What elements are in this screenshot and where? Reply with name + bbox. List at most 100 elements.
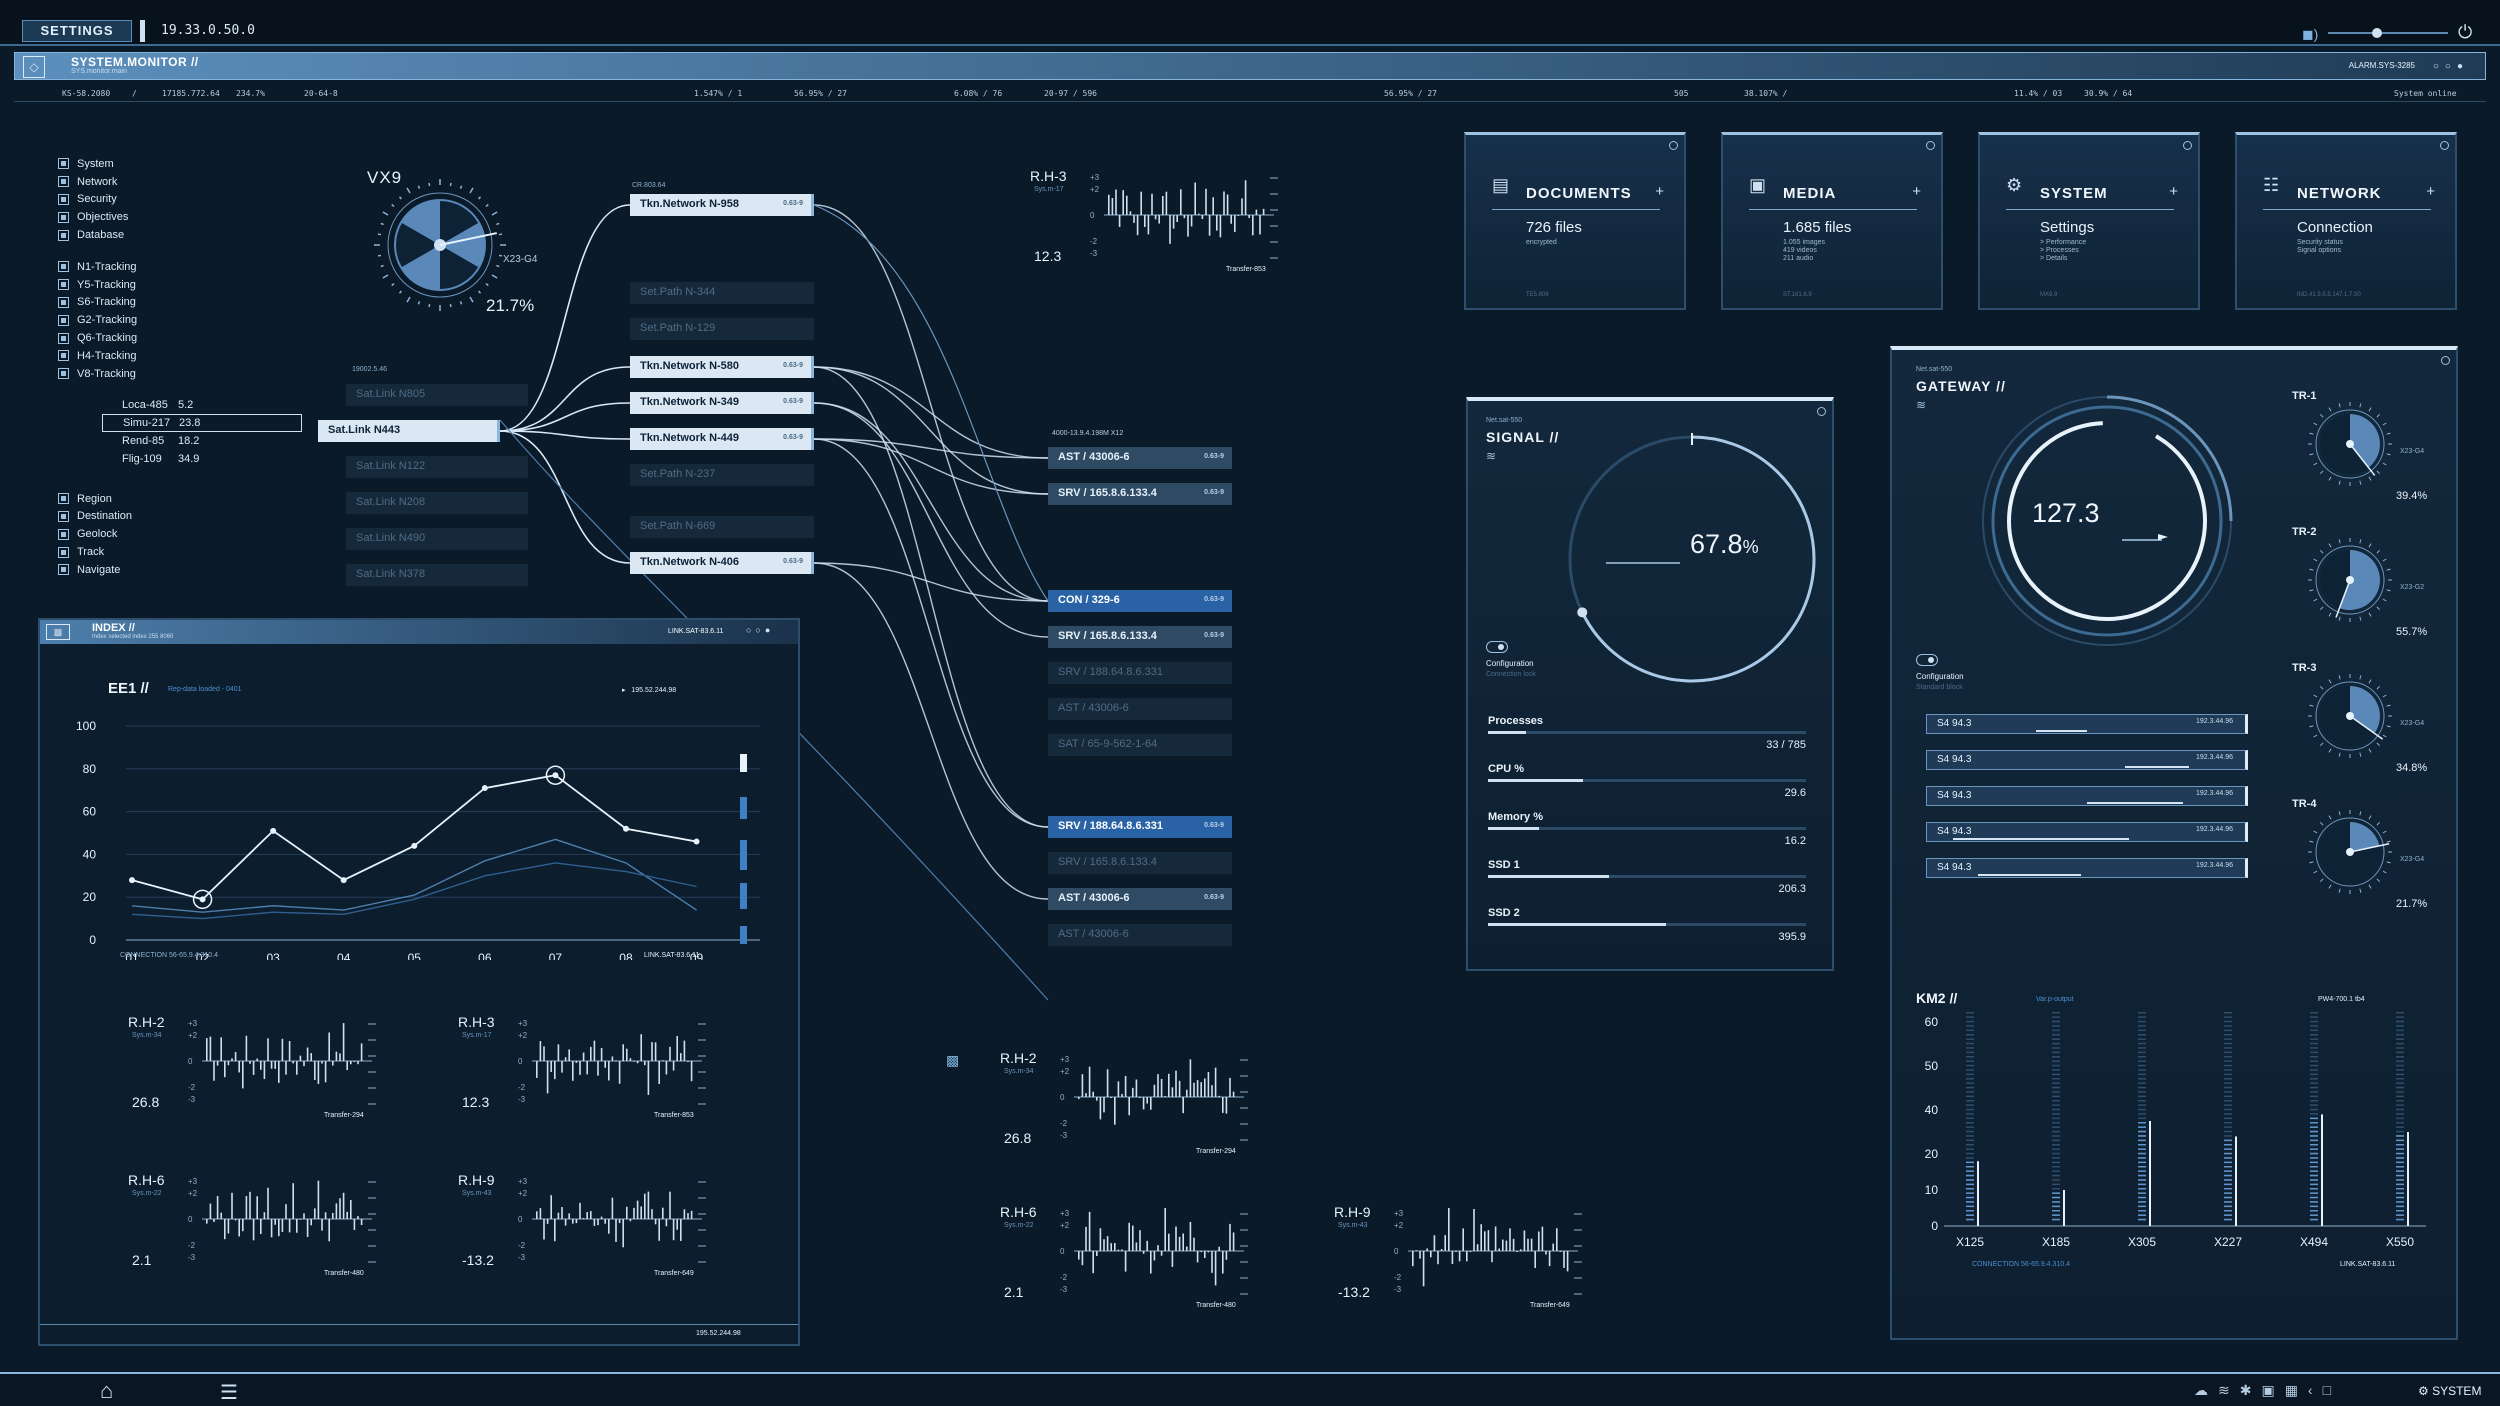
checkbox-icon[interactable]	[58, 528, 69, 540]
card-menu-dot[interactable]	[1669, 141, 1678, 150]
checkbox-icon[interactable]	[58, 296, 69, 308]
gateway-menu-dot[interactable]	[2441, 356, 2450, 365]
tree-item[interactable]: Database	[58, 226, 318, 244]
card-menu-dot[interactable]	[2183, 141, 2192, 150]
card-system[interactable]: ⚙ SYSTEM + Settings > Performance > Processes…	[1978, 132, 2200, 310]
endpoint-node[interactable]: SRV / 188.64.8.6.331	[1048, 662, 1232, 684]
settings-button[interactable]: SETTINGS	[22, 20, 132, 42]
tree-subitem[interactable]: Loca-485 5.2	[58, 397, 318, 415]
endpoint-node[interactable]: SRV / 165.8.6.133.4	[1048, 852, 1232, 874]
endpoint-node[interactable]: SRV / 165.8.6.133.4 0.63-9	[1048, 483, 1232, 505]
config-toggle[interactable]	[1486, 641, 1508, 653]
tree-subitem[interactable]: Simu-217 23.8	[102, 414, 302, 433]
sat-link-node[interactable]: Sat.Link N122	[346, 456, 528, 478]
checkbox-icon[interactable]	[58, 158, 69, 170]
checkbox-icon[interactable]	[58, 546, 69, 558]
tree-item[interactable]: Track	[58, 543, 318, 561]
tree-item[interactable]: V8-Tracking	[58, 365, 318, 383]
network-node[interactable]: Set.Path N-669	[630, 516, 814, 538]
network-node[interactable]: Set.Path N-344	[630, 282, 814, 304]
tree-item[interactable]: Navigate	[58, 561, 318, 579]
tree-item[interactable]: S6-Tracking	[58, 294, 318, 312]
km2-track-tick	[2052, 1188, 2060, 1190]
checkbox-icon[interactable]	[58, 261, 69, 273]
endpoint-node[interactable]: CON / 329-6 0.63-9	[1048, 590, 1232, 612]
tree-item[interactable]: Geolock	[58, 525, 318, 543]
plus-icon[interactable]: +	[1655, 183, 1664, 200]
network-node[interactable]: Tkn.Network N-580 0.63-9	[630, 356, 814, 378]
endpoint-node[interactable]: AST / 43006-6	[1048, 924, 1232, 946]
checkbox-icon[interactable]	[58, 350, 69, 362]
endpoint-node[interactable]: AST / 43006-6 0.63-9	[1048, 888, 1232, 910]
tree-item[interactable]: G2-Tracking	[58, 311, 318, 329]
sat-link-node[interactable]: Sat.Link N443	[318, 420, 500, 442]
window-controls[interactable]: ○○●	[2433, 61, 2469, 72]
tree-item[interactable]: N1-Tracking	[58, 258, 318, 276]
network-node[interactable]: Tkn.Network N-349 0.63-9	[630, 392, 814, 414]
network-node[interactable]: Tkn.Network N-958 0.63-9	[630, 194, 814, 216]
tree-item[interactable]: H4-Tracking	[58, 347, 318, 365]
tree-subitem[interactable]: Flig-109 34.9	[58, 450, 318, 468]
endpoint-node[interactable]: SAT / 65-9-562-1-64	[1048, 734, 1232, 756]
checkbox-icon[interactable]	[58, 368, 69, 380]
gateway-row[interactable]: S4 94.3 192.3.44.96	[1926, 714, 2248, 734]
power-icon[interactable]: ⏻	[2458, 22, 2472, 43]
gateway-row[interactable]: S4 94.3 192.3.44.96	[1926, 786, 2248, 806]
tree-item[interactable]: Region	[58, 490, 318, 508]
checkbox-icon[interactable]	[58, 211, 69, 223]
gateway-row[interactable]: S4 94.3 192.3.44.96	[1926, 858, 2248, 878]
dial-value: 34.8%	[2396, 762, 2428, 774]
menu-icon[interactable]: ☰	[220, 1380, 238, 1405]
gateway-config-toggle[interactable]	[1916, 654, 1938, 666]
gateway-row[interactable]: S4 94.3 192.3.44.96	[1926, 822, 2248, 842]
checkbox-icon[interactable]	[58, 193, 69, 205]
tree-item[interactable]: Destination	[58, 508, 318, 526]
endpoint-node[interactable]: SRV / 188.64.8.6.331 0.63-9	[1048, 816, 1232, 838]
sat-link-node[interactable]: Sat.Link N490	[346, 528, 528, 550]
tree-item[interactable]: Objectives	[58, 208, 318, 226]
tray-icons[interactable]: ☁≋✱▣▦‹□	[2194, 1382, 2341, 1399]
checkbox-icon[interactable]	[58, 314, 69, 326]
card-menu-dot[interactable]	[2440, 141, 2449, 150]
checkbox-icon[interactable]	[58, 564, 69, 576]
checkbox-icon[interactable]	[58, 493, 69, 505]
checkbox-icon[interactable]	[58, 229, 69, 241]
volume-slider[interactable]	[2328, 28, 2448, 38]
endpoint-node[interactable]: AST / 43006-6	[1048, 698, 1232, 720]
checkbox-icon[interactable]	[58, 332, 69, 344]
network-node[interactable]: Tkn.Network N-449 0.63-9	[630, 428, 814, 450]
network-node[interactable]: Set.Path N-237	[630, 464, 814, 486]
sat-link-node[interactable]: Sat.Link N208	[346, 492, 528, 514]
card-network[interactable]: ☷ NETWORK + Connection Security status Signal…	[2235, 132, 2457, 310]
tree-item[interactable]: Security	[58, 191, 318, 209]
tree-item[interactable]: Y5-Tracking	[58, 276, 318, 294]
tree-item[interactable]: Network	[58, 173, 318, 191]
sat-link-node[interactable]: Sat.Link N805	[346, 384, 528, 406]
index-window-controls[interactable]: ○○●	[746, 625, 774, 635]
checkbox-icon[interactable]	[58, 279, 69, 291]
endpoint-node[interactable]: AST / 43006-6 0.63-9	[1048, 447, 1232, 469]
plus-icon[interactable]: +	[1912, 183, 1921, 200]
tree-subitem[interactable]: Rend-85 18.2	[58, 432, 318, 450]
plus-icon[interactable]: +	[2426, 183, 2435, 200]
diamond-icon[interactable]: ◇	[23, 56, 45, 78]
plus-icon[interactable]: +	[2169, 183, 2178, 200]
bar-chart-icon[interactable]: ▩	[46, 624, 70, 640]
system-tray-label[interactable]: ⚙ SYSTEM	[2418, 1384, 2481, 1398]
checkbox-icon[interactable]	[58, 176, 69, 188]
network-node[interactable]: Tkn.Network N-406 0.63-9	[630, 552, 814, 574]
signal-menu-dot[interactable]	[1817, 407, 1826, 416]
sat-link-node[interactable]: Sat.Link N378	[346, 564, 528, 586]
tree-item[interactable]: System	[58, 155, 318, 173]
card-documents[interactable]: ▤ DOCUMENTS +726 files encrypted TE5.806	[1464, 132, 1686, 310]
tree-item[interactable]: Q6-Tracking	[58, 329, 318, 347]
gateway-row[interactable]: S4 94.3 192.3.44.96	[1926, 750, 2248, 770]
card-media[interactable]: ▣ MEDIA +1.685 files 1.055 images 419 videos…	[1721, 132, 1943, 310]
endpoint-node[interactable]: SRV / 165.8.6.133.4 0.63-9	[1048, 626, 1232, 648]
home-icon[interactable]: ⌂	[100, 1378, 113, 1404]
checkbox-icon[interactable]	[58, 510, 69, 522]
volume-icon[interactable]: ◼)	[2302, 26, 2318, 43]
card-menu-dot[interactable]	[1926, 141, 1935, 150]
network-node[interactable]: Set.Path N-129	[630, 318, 814, 340]
volume-slider-handle[interactable]	[2372, 28, 2382, 38]
